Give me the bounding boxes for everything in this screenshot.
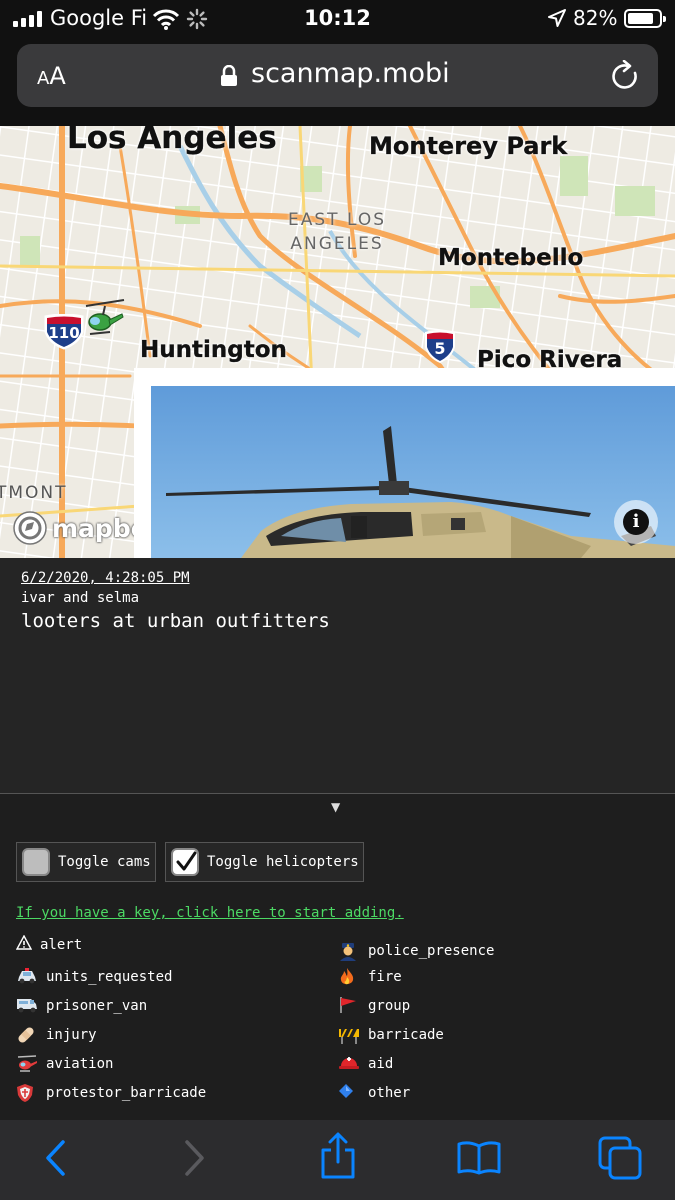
- camera-popup[interactable]: [134, 368, 675, 558]
- info-button[interactable]: i: [614, 500, 658, 544]
- legend-item-police-presence: police_presence: [338, 941, 494, 961]
- toggle-helicopters-label: Toggle helicopters: [207, 854, 359, 870]
- panel-divider: [0, 793, 675, 794]
- report-timestamp[interactable]: 6/2/2020, 4:28:05 PM: [21, 570, 190, 586]
- share-icon[interactable]: [319, 1132, 357, 1180]
- legend-item-protestor-barricade: protestor_barricade: [16, 1083, 206, 1103]
- legend-item-fire: fire: [338, 967, 402, 987]
- legend-label: units_requested: [46, 969, 173, 985]
- battery-icon: [624, 9, 666, 28]
- legend-label: prisoner_van: [46, 998, 148, 1014]
- battery-percentage: 82%: [573, 6, 618, 30]
- rescue-helmet-icon: [338, 1054, 360, 1074]
- toggle-cams-label: Toggle cams: [58, 854, 151, 870]
- blue-diamond-icon: [338, 1083, 360, 1103]
- shield-icon: [16, 1083, 38, 1103]
- map-label-monterey-park: Monterey Park: [369, 132, 568, 160]
- bookmarks-icon[interactable]: [457, 1140, 501, 1176]
- bandage-icon: [16, 1025, 38, 1045]
- toggle-helicopters-button[interactable]: Toggle helicopters: [165, 842, 364, 882]
- red-flag-icon: [338, 996, 360, 1016]
- report-message: looters at urban outfitters: [21, 610, 330, 632]
- add-key-link[interactable]: If you have a key, click here to start a…: [16, 905, 404, 921]
- legend-label: protestor_barricade: [46, 1085, 207, 1101]
- legend-item-units-requested: units_requested: [16, 967, 172, 987]
- legend-label: other: [368, 1085, 411, 1101]
- tabs-icon[interactable]: [598, 1136, 644, 1180]
- mapbox-logo-icon: [13, 511, 47, 545]
- toggle-cams-checkbox[interactable]: [22, 848, 50, 876]
- map-label-tmont: TMONT: [0, 483, 68, 503]
- legend-label: barricade: [368, 1027, 444, 1043]
- legend-item-group: group: [338, 996, 410, 1016]
- text-size-button[interactable]: AA: [37, 62, 66, 90]
- legend-item-alert: alert: [15, 934, 83, 955]
- map-label-los-angeles: Los Angeles: [67, 126, 277, 156]
- legend-item-aid: aid: [338, 1054, 393, 1074]
- legend-label: aviation: [46, 1056, 114, 1072]
- browser-toolbar: [0, 1120, 675, 1200]
- back-icon[interactable]: [42, 1138, 68, 1178]
- police-car-icon: [16, 967, 38, 987]
- forward-icon[interactable]: [182, 1138, 208, 1178]
- helicopter-marker-icon[interactable]: [80, 298, 126, 342]
- status-bar: Google Fi 10:12 82%: [0, 0, 675, 40]
- report-panel: 6/2/2020, 4:28:05 PM ivar and selma loot…: [0, 558, 675, 794]
- fire-icon: [338, 967, 360, 987]
- browser-address-area: AA scanmap.mobi: [0, 40, 675, 126]
- reload-icon[interactable]: [611, 60, 641, 92]
- warning-icon: [15, 934, 33, 955]
- legend-label: police_presence: [368, 943, 495, 959]
- report-location: ivar and selma: [21, 590, 140, 606]
- toggle-cams-button[interactable]: Toggle cams: [16, 842, 156, 882]
- map-label-huntington: Huntington: [140, 337, 287, 363]
- location-arrow-icon: [548, 9, 566, 27]
- toggle-helicopters-checkbox[interactable]: [171, 848, 199, 876]
- interstate-5-number: 5: [434, 339, 446, 358]
- helicopter-icon: [16, 1054, 38, 1074]
- controls-panel: Toggle cams Toggle helicopters If you ha…: [0, 794, 675, 1120]
- interstate-110-number: 110: [48, 324, 80, 342]
- interstate-110-shield-icon: 110: [43, 313, 85, 350]
- checkmark-icon: [176, 851, 197, 871]
- legend-item-prisoner-van: prisoner_van: [16, 996, 147, 1016]
- collapse-toggle-icon[interactable]: ▼: [331, 800, 340, 814]
- legend-label: fire: [368, 969, 402, 985]
- legend-item-barricade: barricade: [338, 1025, 444, 1045]
- info-icon: i: [623, 509, 649, 535]
- van-icon: [16, 996, 38, 1016]
- helicopter-photo: [151, 386, 675, 558]
- legend-item-other: other: [338, 1083, 410, 1103]
- legend-label: injury: [46, 1027, 97, 1043]
- map-label-montebello: Montebello: [438, 245, 584, 271]
- legend-item-injury: injury: [16, 1025, 97, 1045]
- map-label-east-los-angeles: EAST LOS ANGELES: [288, 210, 386, 254]
- police-officer-icon: [338, 941, 360, 961]
- url-domain[interactable]: scanmap.mobi: [251, 58, 450, 89]
- interstate-5-shield-icon: 5: [423, 330, 457, 364]
- legend-label: alert: [40, 937, 83, 953]
- address-bar[interactable]: AA scanmap.mobi: [17, 44, 658, 107]
- legend-item-aviation: aviation: [16, 1054, 113, 1074]
- lock-icon: [221, 65, 237, 86]
- map-view[interactable]: Los Angeles Monterey Park EAST LOS ANGEL…: [0, 126, 675, 558]
- construction-barrier-icon: [338, 1025, 360, 1045]
- legend-label: aid: [368, 1056, 394, 1072]
- legend-label: group: [368, 998, 411, 1014]
